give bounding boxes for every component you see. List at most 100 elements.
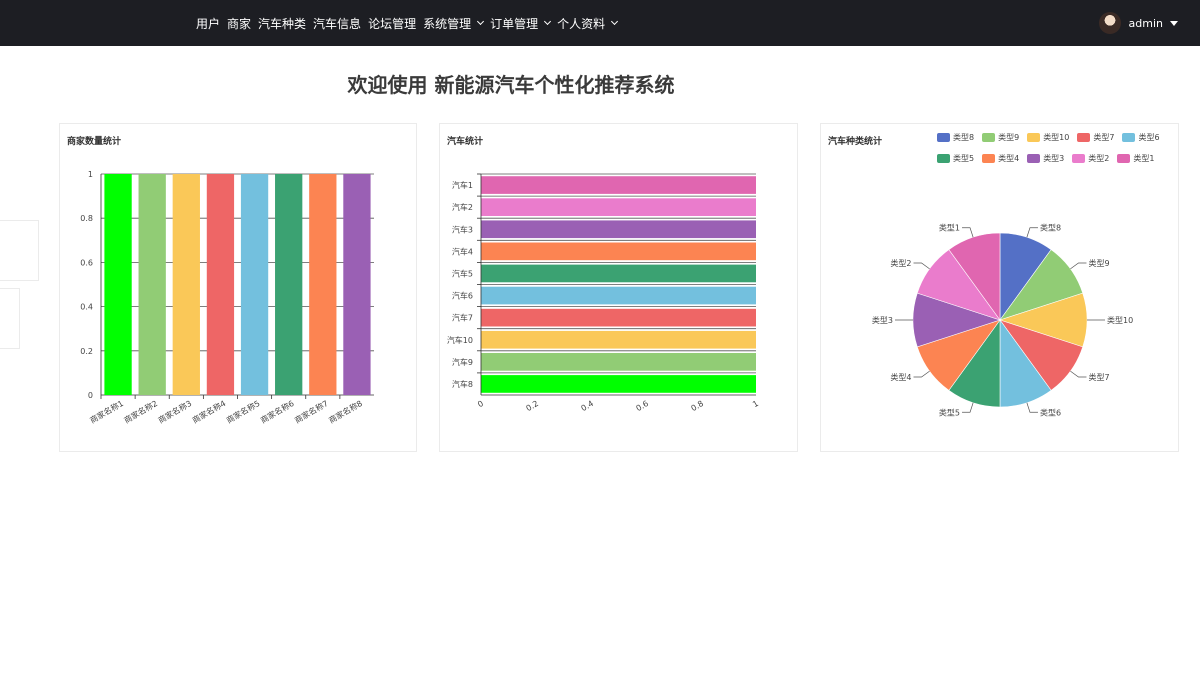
nav-item[interactable]: 商家 bbox=[227, 15, 251, 32]
y-tick-label: 1 bbox=[88, 170, 93, 179]
x-tick-label: 1 bbox=[751, 399, 760, 409]
x-tick-label: 商家名称5 bbox=[224, 398, 261, 425]
slice-label: 类型8 bbox=[1040, 223, 1061, 233]
label-line bbox=[1026, 227, 1038, 238]
slice-label: 类型5 bbox=[939, 407, 960, 417]
user-menu[interactable]: admin bbox=[1098, 0, 1178, 46]
category-pie-chart: 类型8 类型9 类型10 类型7 类型6 类型5 类型4 类型3 类型2 类型1 bbox=[872, 223, 1133, 418]
slice-label: 类型10 bbox=[1107, 315, 1133, 325]
bar bbox=[240, 174, 269, 395]
nav-item[interactable]: 汽车信息 bbox=[313, 15, 361, 32]
y-tick-label: 汽车8 bbox=[452, 379, 473, 389]
y-tick-label: 0.6 bbox=[80, 258, 93, 267]
merchant-chart-card: 商家数量统计 0 0.2 0.4 0.6 0.8 1 商家名称1 商家名称2 商家名称3 商家名称… bbox=[59, 123, 417, 452]
y-tick-label: 汽车6 bbox=[452, 291, 473, 301]
nav-item-label: 论坛管理 bbox=[368, 16, 417, 31]
label-line bbox=[962, 402, 974, 413]
y-tick-label: 汽车10 bbox=[447, 335, 473, 345]
label-line bbox=[1070, 370, 1087, 378]
bar bbox=[481, 176, 756, 194]
bar bbox=[309, 174, 337, 395]
y-tick-label: 0.8 bbox=[80, 214, 93, 223]
bar bbox=[481, 220, 756, 239]
nav-item-label: 汽车种类 bbox=[258, 16, 307, 31]
category-chart-card: 汽车种类统计 类型8 类型9 类型10 类型7 类型6 类型5 类型4 类型3 类型2 类型1 类… bbox=[820, 123, 1179, 452]
y-tick-label: 汽车5 bbox=[452, 268, 473, 278]
nav-item-label: 个人资料 bbox=[557, 16, 606, 31]
y-tick-label: 汽车4 bbox=[452, 246, 473, 256]
slice-label: 类型6 bbox=[1040, 407, 1061, 417]
top-navbar: 用户 商家 汽车种类 汽车信息 论坛管理 系统管理 订单管理 个人资料 admin bbox=[0, 0, 1200, 46]
bar bbox=[481, 242, 756, 261]
slice-label: 类型7 bbox=[1088, 372, 1109, 382]
nav-item-label: 汽车信息 bbox=[313, 16, 362, 31]
y-tick-label: 汽车7 bbox=[452, 313, 473, 323]
x-tick-label: 商家名称8 bbox=[327, 398, 364, 425]
nav-item[interactable]: 系统管理 bbox=[423, 15, 485, 32]
bar bbox=[481, 330, 756, 349]
bar bbox=[481, 264, 756, 283]
nav-item[interactable]: 订单管理 bbox=[490, 15, 552, 32]
bar bbox=[172, 174, 200, 395]
bar bbox=[206, 174, 235, 395]
x-tick-label: 0.8 bbox=[689, 399, 705, 413]
nav-item[interactable]: 汽车种类 bbox=[258, 15, 306, 32]
nav-item-label: 用户 bbox=[196, 16, 221, 31]
x-tick-label: 商家名称6 bbox=[259, 398, 296, 425]
x-tick-label: 商家名称7 bbox=[293, 398, 330, 425]
avatar[interactable] bbox=[1098, 12, 1121, 34]
y-tick-label: 汽车3 bbox=[452, 224, 473, 234]
side-panel bbox=[0, 220, 39, 281]
y-tick-label: 0 bbox=[88, 391, 93, 400]
chevron-down-icon bbox=[544, 17, 552, 25]
label-line bbox=[1026, 402, 1038, 413]
slice-label: 类型2 bbox=[890, 258, 911, 268]
label-line bbox=[962, 227, 974, 238]
x-tick-label: 0.2 bbox=[524, 399, 540, 413]
y-tick-label: 汽车1 bbox=[452, 180, 473, 190]
bar bbox=[343, 174, 371, 395]
y-tick-label: 0.2 bbox=[80, 347, 93, 356]
x-tick-label: 商家名称4 bbox=[190, 398, 227, 425]
main-nav: 用户 商家 汽车种类 汽车信息 论坛管理 系统管理 订单管理 个人资料 bbox=[196, 0, 624, 46]
y-tick-label: 0.4 bbox=[80, 303, 93, 312]
nav-item[interactable]: 个人资料 bbox=[557, 15, 619, 32]
bar bbox=[481, 198, 756, 216]
bar bbox=[481, 375, 756, 393]
nav-item-label: 系统管理 bbox=[423, 16, 472, 31]
car-chart-card: 汽车统计 汽车1 汽车2 汽车3 汽车4 汽车5 汽车6 汽车7 汽车10 汽车9 汽车8 0 0.2… bbox=[439, 123, 798, 452]
chevron-down-icon bbox=[477, 17, 485, 25]
slice-label: 类型3 bbox=[872, 315, 893, 325]
label-line bbox=[913, 262, 930, 270]
x-tick-label: 商家名称3 bbox=[156, 398, 193, 425]
x-tick-label: 商家名称2 bbox=[122, 398, 159, 425]
side-panel bbox=[0, 288, 20, 349]
y-tick-label: 汽车9 bbox=[452, 357, 473, 367]
nav-item-label: 订单管理 bbox=[490, 16, 539, 31]
merchant-bar-chart: 00.20.40.60.81商家名称1商家名称2商家名称3商家名称4商家名称5商… bbox=[80, 170, 374, 425]
x-tick-label: 0.4 bbox=[579, 399, 595, 413]
bar bbox=[481, 308, 756, 327]
slice-label: 类型4 bbox=[890, 372, 911, 382]
x-tick-label: 0.6 bbox=[634, 399, 650, 413]
username[interactable]: admin bbox=[1129, 17, 1163, 30]
nav-item[interactable]: 论坛管理 bbox=[368, 15, 416, 32]
bar bbox=[275, 174, 303, 395]
bar bbox=[104, 174, 132, 395]
bar bbox=[481, 353, 756, 371]
caret-down-icon[interactable] bbox=[1170, 20, 1178, 26]
car-bar-chart: 汽车1 汽车2 汽车3 汽车4 汽车5 汽车6 汽车7 汽车10 汽车9 汽车80 0.2 0.4 0.… bbox=[447, 173, 760, 413]
chevron-down-icon bbox=[611, 17, 619, 25]
bar bbox=[138, 174, 166, 395]
x-tick-label: 商家名称1 bbox=[88, 398, 125, 425]
nav-item-label: 商家 bbox=[227, 16, 252, 31]
x-tick-label: 0 bbox=[476, 399, 485, 409]
page-title: 欢迎使用 新能源汽车个性化推荐系统 bbox=[347, 73, 675, 97]
slice-label: 类型9 bbox=[1088, 258, 1109, 268]
nav-item[interactable]: 用户 bbox=[196, 15, 220, 32]
slice-label: 类型1 bbox=[939, 223, 960, 233]
bar bbox=[481, 286, 756, 305]
y-tick-label: 汽车2 bbox=[452, 202, 473, 212]
label-line bbox=[1070, 262, 1087, 270]
label-line bbox=[913, 370, 930, 378]
